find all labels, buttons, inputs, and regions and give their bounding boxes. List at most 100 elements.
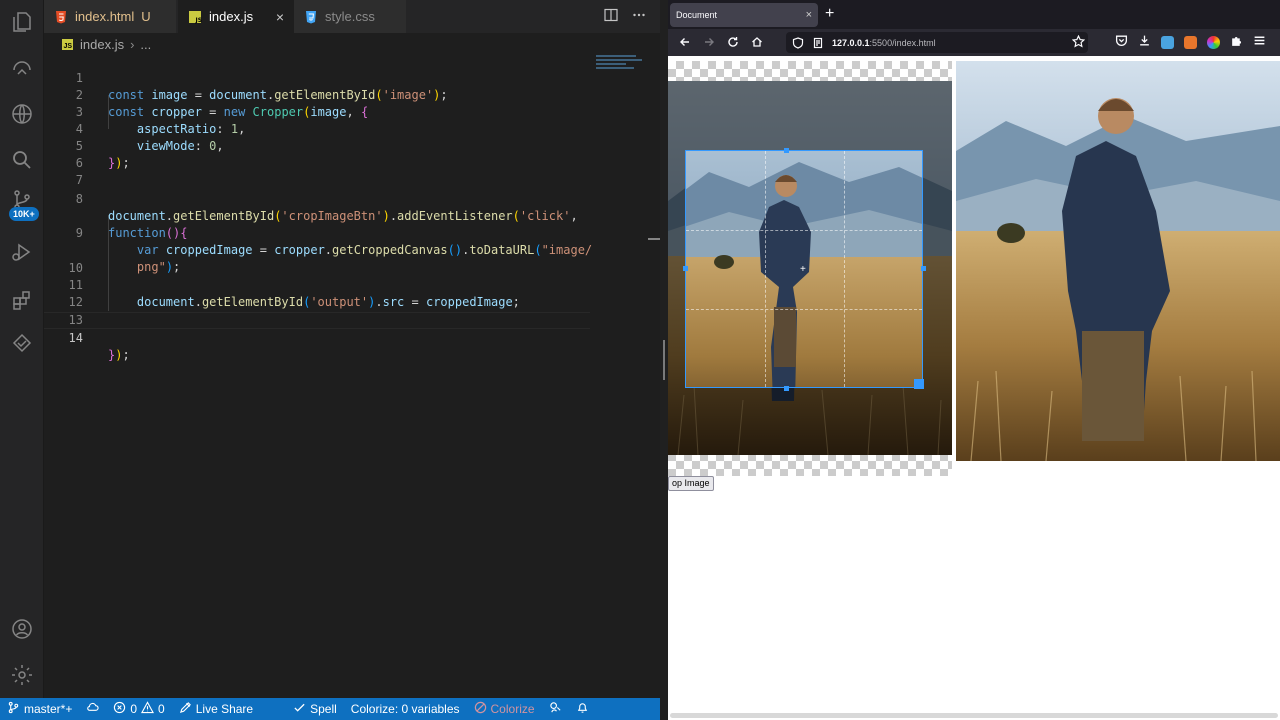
remote-explorer-icon[interactable] [8, 54, 36, 82]
code-line: 10 [44, 243, 640, 275]
feedback-button[interactable] [542, 698, 569, 720]
code-line: 11 document.getElementById('output').src… [44, 260, 640, 309]
code-line: png"); [136, 260, 181, 274]
spell-check-button[interactable]: Spell [286, 698, 344, 720]
browser-tab-title: Document [676, 10, 718, 20]
tab-label: style.css [325, 9, 375, 24]
live-share-button[interactable]: Live Share [172, 698, 260, 720]
notifications-button[interactable] [569, 698, 596, 720]
color-picker-icon[interactable] [1207, 36, 1220, 49]
resize-handle[interactable] [663, 340, 665, 380]
code-line: function(){ [108, 226, 188, 240]
breadcrumb-symbol[interactable]: ... [140, 37, 151, 52]
explorer-icon[interactable] [8, 8, 36, 36]
shield-icon [792, 36, 804, 49]
spell-label: Spell [310, 702, 337, 716]
code-line: 6 [44, 138, 640, 170]
bell-icon [576, 701, 589, 717]
browser-window: Document × + 127.0.0.1 :5500/index.html [668, 0, 1280, 720]
vscode-window: 10K+ index.html U JS index.js × style.cs… [0, 0, 660, 720]
extensions-puzzle-icon[interactable] [1230, 34, 1243, 52]
checkmark-icon [293, 701, 306, 717]
cloud-sync-icon [86, 701, 99, 717]
bookmark-star-icon[interactable] [1071, 34, 1086, 53]
crop-guide-line [844, 151, 845, 387]
crop-image-button[interactable]: op Image [668, 476, 714, 491]
crop-box[interactable]: + [685, 150, 923, 388]
colorize-label: Colorize [490, 702, 535, 716]
browser-tab-document[interactable]: Document × [670, 3, 818, 27]
crop-handle-e[interactable] [921, 266, 926, 271]
cropped-man-photo [956, 61, 1280, 461]
pocket-icon[interactable] [1115, 34, 1128, 52]
source-control-badge: 10K+ [9, 207, 39, 221]
crop-guide-line [686, 309, 922, 310]
crop-handle-se[interactable] [914, 379, 924, 389]
run-debug-icon[interactable] [8, 238, 36, 266]
breadcrumb-file[interactable]: index.js [80, 37, 124, 52]
colorize-variables-status[interactable]: Colorize: 0 variables [344, 698, 467, 720]
extension-blue-icon[interactable] [1161, 36, 1174, 49]
window-divider[interactable] [660, 0, 668, 720]
new-tab-button[interactable]: + [825, 5, 834, 23]
extension-icons [1115, 29, 1266, 56]
crop-guide-line [765, 151, 766, 387]
extensions-globe-icon[interactable] [8, 100, 36, 128]
extensions-icon[interactable] [8, 286, 36, 314]
sync-status[interactable] [79, 698, 106, 720]
menu-hamburger-icon[interactable] [1253, 34, 1266, 52]
account-icon[interactable] [8, 615, 36, 643]
forward-arrow-icon[interactable] [697, 35, 721, 51]
tab-index-html[interactable]: index.html U [44, 0, 176, 33]
code-line: 9 var croppedImage = cropper.getCroppedC… [44, 208, 640, 257]
web-page-viewport: + op Image [668, 56, 1280, 720]
code-line: 3 aspectRatio: 1, [44, 87, 640, 136]
problems-status[interactable]: 0 0 [106, 698, 171, 720]
tab-index-js[interactable]: JS index.js × [178, 0, 294, 33]
tab-style-css[interactable]: style.css [294, 0, 406, 33]
colorize-variables-label: Colorize: 0 variables [350, 702, 460, 716]
crop-center-crosshair-icon: + [800, 264, 806, 275]
browser-tab-bar: Document × + [668, 0, 1280, 29]
close-tab-icon[interactable]: × [276, 9, 284, 25]
warning-icon [141, 701, 155, 717]
scrollbar-marker [648, 238, 660, 240]
reload-icon[interactable] [721, 35, 745, 51]
branch-name: master*+ [24, 702, 73, 716]
source-photo: + [668, 81, 952, 455]
minimap[interactable] [596, 53, 646, 83]
crop-handle-s[interactable] [784, 386, 789, 391]
untracked-flag: U [141, 9, 151, 24]
no-entry-icon [474, 701, 487, 717]
colorize-button[interactable]: Colorize [467, 698, 542, 720]
downloads-icon[interactable] [1138, 34, 1151, 52]
metamask-fox-icon[interactable] [1184, 36, 1197, 49]
code-editor[interactable]: 1 const image = document.getElementById(… [44, 53, 640, 693]
split-editor-icon[interactable] [604, 8, 618, 25]
branch-status[interactable]: master*+ [0, 698, 79, 720]
settings-gear-icon[interactable] [8, 661, 36, 689]
testing-icon[interactable] [8, 330, 36, 358]
horizontal-scrollbar[interactable] [670, 713, 1278, 718]
feedback-icon [549, 701, 562, 717]
crop-handle-w[interactable] [683, 266, 688, 271]
breadcrumb[interactable]: JS index.js › ... [44, 33, 660, 55]
javascript-file-icon: JS [62, 38, 73, 50]
back-arrow-icon[interactable] [673, 35, 697, 51]
tab-label: index.js [209, 9, 254, 24]
page-info-icon [813, 37, 823, 48]
browser-toolbar: 127.0.0.1 :5500/index.html [668, 29, 1280, 56]
crop-handle-n[interactable] [784, 148, 789, 153]
cropped-output-image [956, 61, 1280, 461]
url-bar[interactable]: 127.0.0.1 :5500/index.html [786, 32, 1088, 53]
code-line: 8 document.getElementById('cropImageBtn'… [44, 174, 640, 223]
code-line: 5 }); [44, 121, 640, 170]
url-path: :5500/index.html [869, 37, 936, 48]
more-actions-icon[interactable] [632, 8, 646, 25]
editor-tab-bar: index.html U JS index.js × style.css [44, 0, 660, 33]
home-icon[interactable] [745, 35, 769, 51]
code-line: 13 [44, 295, 640, 327]
close-tab-icon[interactable]: × [806, 9, 812, 21]
search-icon[interactable] [8, 146, 36, 174]
warning-count: 0 [158, 702, 165, 716]
